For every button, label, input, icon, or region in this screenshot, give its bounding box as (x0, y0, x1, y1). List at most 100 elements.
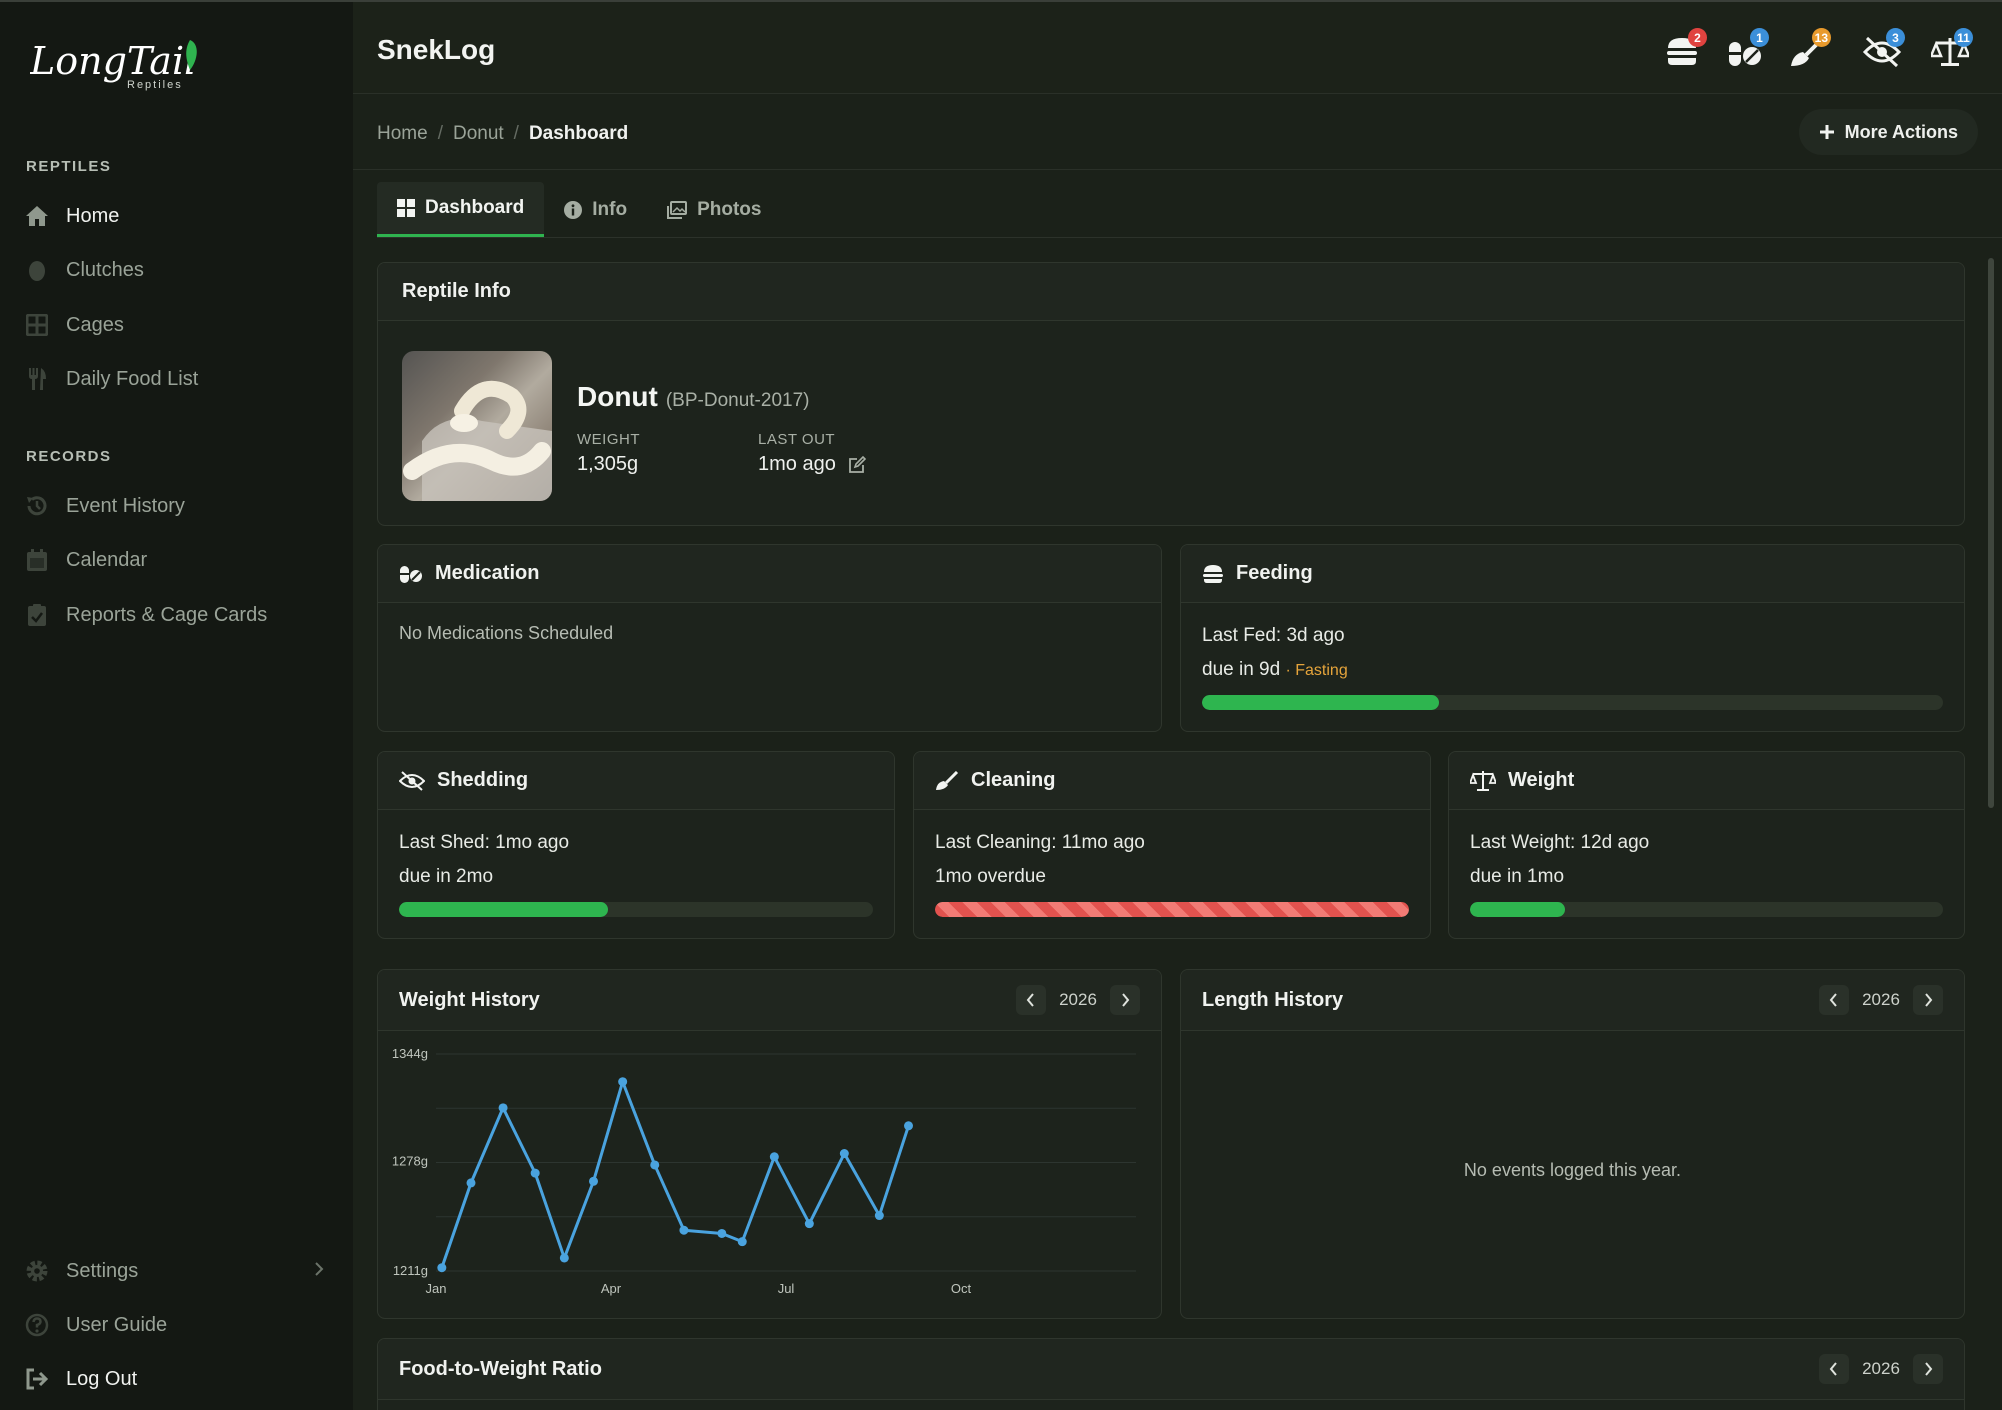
sidebar-item-home[interactable]: Home (24, 196, 119, 236)
home-icon (24, 203, 50, 229)
chevron-right-icon (1925, 993, 1933, 1007)
info-icon (564, 200, 583, 219)
card-title: Cleaning (971, 769, 1056, 791)
weight-data-point (874, 1211, 884, 1221)
main-area: SnekLog 2 1 13 3 11 Home / Donut / Dashb… (353, 0, 2002, 1410)
y-tick-label: 1211g (393, 1263, 428, 1278)
weight-alert[interactable]: 11 (1929, 28, 1973, 68)
shedding-progress-bar (399, 902, 873, 917)
sidebar-item-label: Calendar (66, 548, 148, 571)
sidebar-item-user-guide[interactable]: User Guide (24, 1305, 167, 1345)
card-body: Last Fed: 3d ago due in 9d · Fasting (1181, 603, 1964, 730)
x-tick-label: Apr (601, 1281, 622, 1296)
feeding-alert[interactable]: 2 (1665, 28, 1707, 68)
prev-year-button[interactable] (1819, 1354, 1849, 1384)
sidebar-item-daily-food-list[interactable]: Daily Food List (24, 359, 198, 399)
weight-data-point (559, 1253, 569, 1263)
card-header: Cleaning (914, 752, 1430, 810)
cleaning-due-text: 1mo overdue (935, 866, 1046, 887)
chevron-left-icon (1026, 993, 1034, 1007)
sidebar: LongTail Reptiles REPTILES Home Clutches… (0, 0, 353, 1410)
snake-photo-image (402, 351, 552, 501)
tab-info[interactable]: Info (544, 182, 647, 237)
weight-data-point (437, 1263, 447, 1273)
sidebar-item-logout[interactable]: Log Out (24, 1359, 137, 1399)
length-history-card: Length History 2026 No events logged thi… (1180, 969, 1965, 1319)
weight-data-point (769, 1152, 779, 1162)
gear-icon (24, 1258, 50, 1284)
weight-due-text: due in 1mo (1470, 866, 1565, 887)
card-header: Feeding (1181, 545, 1964, 603)
card-title: Length History (1202, 988, 1344, 1011)
next-year-button[interactable] (1913, 985, 1943, 1015)
tab-label: Photos (697, 198, 762, 220)
next-year-button[interactable] (1913, 1354, 1943, 1384)
year-label: 2026 (1059, 990, 1097, 1009)
sidebar-item-event-history[interactable]: Event History (24, 486, 185, 526)
feeding-due-row: due in 9d · Fasting (1202, 659, 1943, 681)
card-title: Weight (1508, 769, 1575, 791)
eye-slash-icon (399, 770, 425, 791)
tab-photos[interactable]: Photos (647, 182, 781, 237)
longtail-logo[interactable]: LongTail Reptiles (30, 30, 220, 100)
feeding-card: Feeding Last Fed: 3d ago due in 9d · Fas… (1180, 544, 1965, 732)
sidebar-item-cages[interactable]: Cages (24, 305, 124, 345)
shed-due-text: due in 2mo (399, 866, 494, 887)
cleaning-alert[interactable]: 13 (1789, 28, 1831, 68)
sidebar-item-calendar[interactable]: Calendar (24, 540, 147, 580)
pills-icon (400, 565, 422, 583)
card-title: Feeding (1236, 562, 1313, 584)
medication-alert[interactable]: 1 (1727, 28, 1769, 68)
weight-data-point (839, 1149, 849, 1159)
breadcrumb-separator: / (437, 123, 443, 144)
sidebar-item-label: Clutches (66, 258, 144, 281)
cleaning-progress-bar (935, 902, 1409, 917)
cleaning-card: Cleaning Last Cleaning: 11mo ago 1mo ove… (913, 751, 1431, 939)
feeding-due-text: due in 9d (1202, 659, 1281, 680)
breadcrumb-home[interactable]: Home (377, 123, 428, 145)
year-selector: 2026 (1819, 985, 1943, 1015)
sidebar-item-reports[interactable]: Reports & Cage Cards (24, 595, 267, 635)
chevron-right-icon (1925, 1362, 1933, 1376)
last-out-value: 1mo ago (758, 453, 836, 475)
x-tick-label: Jan (426, 1281, 447, 1296)
card-header: Medication (378, 545, 1161, 603)
prev-year-button[interactable] (1016, 985, 1046, 1015)
question-icon (24, 1312, 50, 1338)
history-icon (24, 493, 50, 519)
broom-icon (936, 770, 959, 790)
last-weight-text: Last Weight: 12d ago (1470, 832, 1650, 853)
sidebar-item-clutches[interactable]: Clutches (24, 250, 144, 290)
weight-data-point (679, 1225, 689, 1235)
y-tick-label: 1278g (392, 1154, 428, 1169)
next-year-button[interactable] (1110, 985, 1140, 1015)
photos-icon (667, 200, 688, 219)
year-selector: 2026 (1016, 985, 1140, 1015)
breadcrumb-separator: / (513, 123, 519, 144)
breadcrumb-current: Dashboard (528, 123, 629, 144)
egg-icon (24, 257, 50, 283)
progress-fill (1202, 695, 1440, 710)
utensils-icon (24, 366, 50, 392)
svg-text:LongTail: LongTail (30, 39, 196, 83)
weight-history-card: Weight History 2026 1344g 1278g 1211g Jan Ap… (377, 969, 1162, 1319)
reptile-photo[interactable] (402, 351, 552, 501)
chevron-right-icon (314, 1260, 324, 1283)
chevron-right-icon (1122, 993, 1130, 1007)
edit-icon[interactable] (848, 455, 866, 474)
card-header: Shedding (378, 752, 894, 810)
feeding-progress-bar (1202, 695, 1943, 710)
breadcrumb-donut[interactable]: Donut (453, 123, 504, 145)
tab-dashboard[interactable]: Dashboard (377, 182, 545, 237)
prev-year-button[interactable] (1819, 985, 1849, 1015)
last-out-row: 1mo ago (758, 453, 866, 476)
scrollbar[interactable] (1988, 258, 1994, 808)
more-actions-button[interactable]: More Actions (1798, 109, 1978, 155)
sidebar-item-settings[interactable]: Settings (24, 1251, 324, 1291)
card-title: Food-to-Weight Ratio (399, 1357, 602, 1380)
weight-data-point (804, 1219, 814, 1229)
shedding-alert[interactable]: 3 (1862, 28, 1905, 68)
tab-divider (377, 237, 2002, 238)
tab-bar: Dashboard Info Photos (377, 182, 781, 237)
weight-card: Weight Last Weight: 12d ago due in 1mo (1448, 751, 1965, 939)
